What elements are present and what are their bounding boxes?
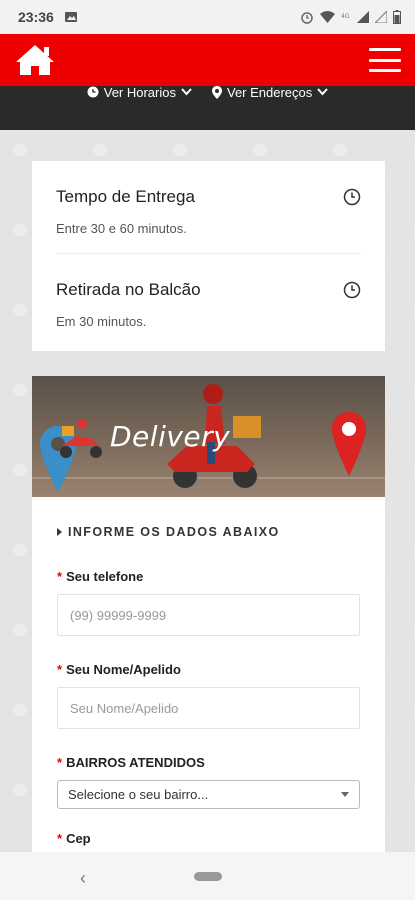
home-button[interactable] [14,43,56,77]
status-time: 23:36 [18,9,54,25]
banner-title: Delivery [110,420,231,453]
status-bar: 23:36 4G [0,0,415,34]
signal-icon [357,11,369,23]
neighborhood-selected: Selecione o seu bairro... [68,787,209,802]
delivery-form-card: Delivery INFORME OS DADOS ABAIXO * Seu te… [32,376,385,852]
caret-down-icon [341,792,349,797]
name-label: * Seu Nome/Apelido [57,662,181,677]
wifi-icon [320,11,335,23]
neighborhood-label: * BAIRROS ATENDIDOS [57,755,205,770]
clock-icon [343,281,361,299]
phone-label: * Seu telefone [57,569,144,584]
4g-icon: 4G [341,13,350,20]
delivery-times-card: Tempo de Entrega Entre 30 e 60 minutos. … [32,161,385,351]
svg-text:4G: 4G [341,13,350,20]
chevron-down-icon [317,88,329,96]
system-nav-bar: ‹ [0,852,415,900]
info-links-bar: Ver Horarios Ver Endereços [0,84,415,130]
cep-label: * Cep [57,831,91,846]
app-bar [0,34,415,86]
pickup-time-item: Retirada no Balcão Em 30 minutos. [56,253,361,345]
customer-form: INFORME OS DADOS ABAIXO * Seu telefone (9… [32,497,385,852]
home-icon [16,45,54,75]
delivery-time-item: Tempo de Entrega Entre 30 e 60 minutos. [56,161,361,253]
phone-input[interactable]: (99) 99999-9999 [57,594,360,636]
signal-empty-icon [375,11,387,23]
delivery-time-subtitle: Entre 30 e 60 minutos. [56,221,187,236]
location-pin-icon [211,85,222,99]
name-placeholder: Seu Nome/Apelido [70,700,179,716]
delivery-banner: Delivery [32,376,385,497]
alarm-icon [301,12,313,24]
ver-enderecos-link[interactable]: Ver Endereços [211,84,329,100]
image-icon [64,12,77,22]
pickup-time-title: Retirada no Balcão [56,280,201,299]
back-chevron-icon[interactable]: ‹ [80,868,86,889]
phone-placeholder: (99) 99999-9999 [70,607,167,623]
ver-horarios-label: Ver Horarios [103,84,176,100]
ver-horarios-link[interactable]: Ver Horarios [87,85,192,100]
triangle-right-icon [57,528,62,536]
form-section-label: INFORME OS DADOS ABAIXO [68,525,280,539]
small-scooter-icon [60,419,102,458]
name-input[interactable]: Seu Nome/Apelido [57,687,360,729]
chevron-down-icon [181,88,192,96]
clock-icon [343,188,361,206]
hamburger-menu-icon[interactable] [369,48,401,72]
ver-enderecos-label: Ver Endereços [226,84,313,100]
destination-pin-icon [332,412,366,476]
form-section-title: INFORME OS DADOS ABAIXO [57,525,360,539]
pickup-time-subtitle: Em 30 minutos. [56,314,147,329]
home-pill-icon[interactable] [194,872,222,881]
delivery-time-title: Tempo de Entrega [56,187,195,206]
battery-icon [393,10,401,24]
clock-icon [87,86,99,98]
neighborhood-select[interactable]: Selecione o seu bairro... [57,780,360,809]
